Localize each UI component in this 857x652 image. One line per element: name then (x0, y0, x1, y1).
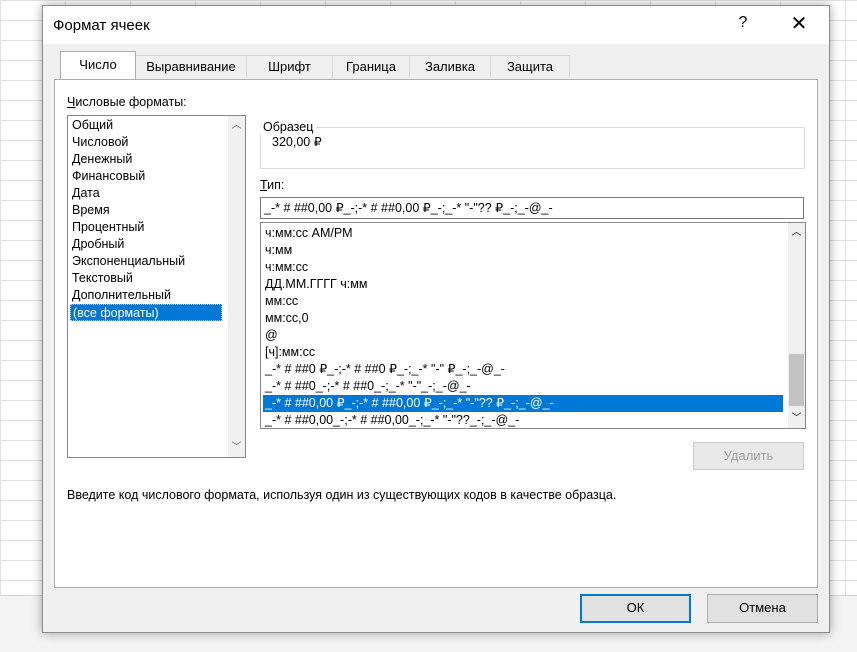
categories-label: Числовые форматы: (67, 95, 187, 109)
type-label: Тип: (260, 178, 285, 192)
category-item-time[interactable]: Время (70, 202, 110, 219)
tab-alignment[interactable]: Выравнивание (135, 55, 247, 78)
format-item[interactable]: _-* # ##0,00_-;-* # ##0,00_-;_-* "-"??_-… (263, 412, 783, 428)
sample-group: 320,00 ₽ (260, 127, 805, 169)
tab-border[interactable]: Граница (332, 55, 410, 78)
category-item-percentage[interactable]: Процентный (70, 219, 144, 236)
category-item-special[interactable]: Дополнительный (70, 287, 171, 304)
format-item-selected[interactable]: _-* # ##0,00 ₽_-;-* # ##0,00 ₽_-;_-* "-"… (263, 395, 783, 412)
category-item-custom[interactable]: (все форматы) (70, 304, 222, 321)
category-item-accounting[interactable]: Финансовый (70, 168, 145, 185)
tab-fill[interactable]: Заливка (409, 55, 491, 78)
format-item[interactable]: мм:сс,0 (263, 310, 783, 327)
category-item-scientific[interactable]: Экспоненциальный (70, 253, 185, 270)
sample-label: Образец (260, 120, 317, 134)
tab-number[interactable]: Число (60, 51, 136, 79)
format-item[interactable]: ч:мм:сс AM/PM (263, 225, 783, 242)
cancel-button[interactable]: Отмена (707, 594, 818, 623)
scroll-thumb[interactable] (789, 354, 804, 406)
format-item[interactable]: @ (263, 327, 783, 344)
format-cells-dialog: Формат ячеек ? ✕ Число Выравнивание Шриф… (42, 5, 830, 633)
scroll-up-arrow-icon[interactable]: ︿ (228, 117, 245, 134)
category-item-fraction[interactable]: Дробный (70, 236, 124, 253)
format-scrollbar[interactable]: ︿ ﹀ (788, 223, 805, 428)
type-input[interactable]: _-* # ##0,00 ₽_-;-* # ##0,00 ₽_-;_-* "-"… (260, 197, 804, 219)
category-item-general[interactable]: Общий (70, 117, 113, 134)
scroll-down-arrow-icon[interactable]: ﹀ (228, 439, 245, 456)
format-item[interactable]: ч:мм (263, 242, 783, 259)
sample-value: 320,00 ₽ (272, 135, 322, 149)
category-item-number[interactable]: Числовой (70, 134, 128, 151)
format-item[interactable]: _-* # ##0 ₽_-;-* # ##0 ₽_-;_-* "-" ₽_-;_… (263, 361, 783, 378)
format-item[interactable]: ДД.ММ.ГГГГ ч:мм (263, 276, 783, 293)
close-icon[interactable]: ✕ (789, 14, 809, 34)
format-hint-text: Введите код числового формата, используя… (67, 488, 617, 502)
delete-button[interactable]: Удалить (693, 442, 804, 470)
scroll-down-arrow-icon[interactable]: ﹀ (788, 410, 805, 427)
category-item-date[interactable]: Дата (70, 185, 100, 202)
dialog-title: Формат ячеек (53, 17, 150, 34)
category-scrollbar[interactable]: ︿ ﹀ (228, 116, 245, 457)
format-item[interactable]: _-* # ##0_-;-* # ##0_-;_-* "-"_-;_-@_- (263, 378, 783, 395)
category-item-text[interactable]: Текстовый (70, 270, 133, 287)
category-item-currency[interactable]: Денежный (70, 151, 132, 168)
format-item[interactable]: [ч]:мм:сс (263, 344, 783, 361)
category-listbox[interactable]: Общий Числовой Денежный Финансовый Дата … (67, 115, 246, 458)
format-item[interactable]: ч:мм:сс (263, 259, 783, 276)
tab-font[interactable]: Шрифт (246, 55, 333, 78)
format-item[interactable]: мм:сс (263, 293, 783, 310)
number-tab-panel: Числовые форматы: Общий Числовой Денежны… (54, 79, 818, 588)
tab-strip: Число Выравнивание Шрифт Граница Заливка… (43, 51, 829, 81)
tab-protection[interactable]: Защита (490, 55, 570, 78)
format-code-listbox[interactable]: ч:мм:сс AM/PM ч:мм ч:мм:сс ДД.ММ.ГГГГ ч:… (260, 222, 806, 429)
scroll-up-arrow-icon[interactable]: ︿ (788, 224, 805, 241)
help-icon[interactable]: ? (735, 14, 751, 34)
ok-button[interactable]: ОК (580, 594, 691, 623)
title-bar: Формат ячеек ? ✕ (43, 6, 829, 44)
